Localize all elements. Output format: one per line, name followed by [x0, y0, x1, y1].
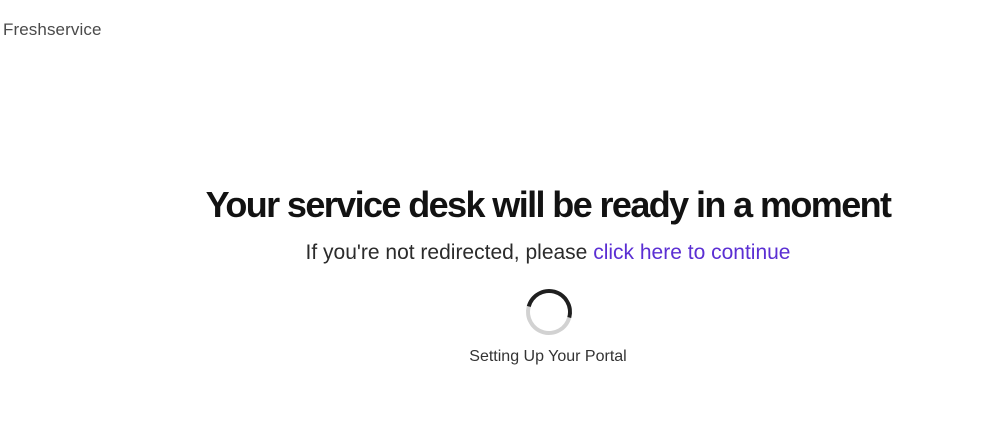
- redirect-prefix: If you're not redirected, please: [305, 241, 594, 264]
- loading-spinner-icon: [517, 280, 581, 344]
- brand-name: Freshservice: [3, 20, 102, 39]
- redirect-message: If you're not redirected, please click h…: [0, 241, 981, 265]
- page: Freshservice Your service desk will be r…: [0, 0, 981, 433]
- status-text: Setting Up Your Portal: [469, 348, 627, 365]
- continue-link[interactable]: click here to continue: [593, 241, 790, 264]
- page-title: Your service desk will be ready in a mom…: [205, 184, 892, 225]
